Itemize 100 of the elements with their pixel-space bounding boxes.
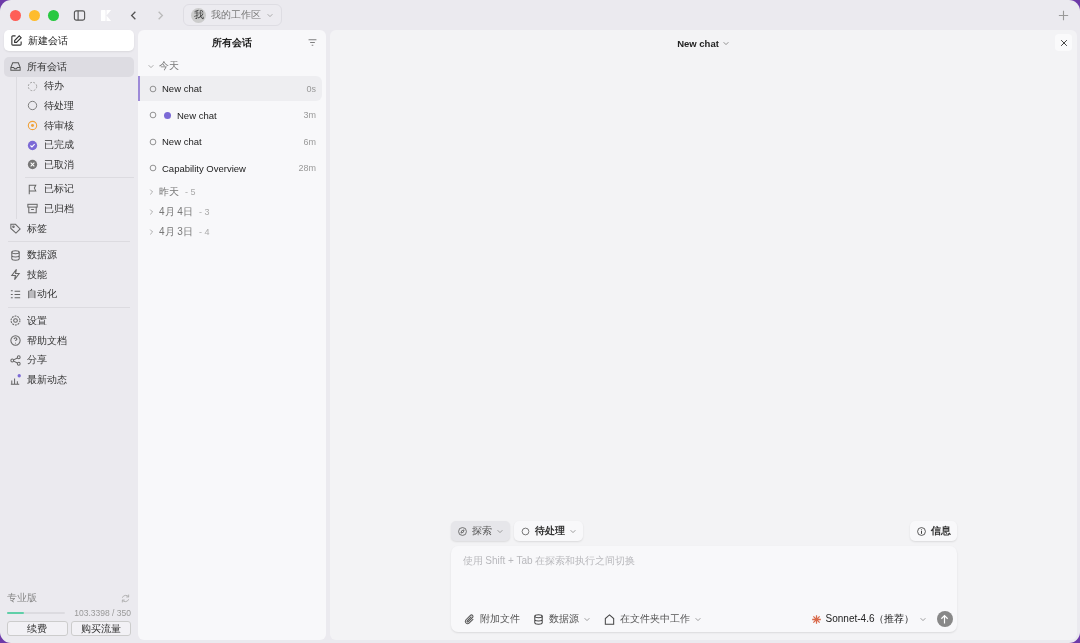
usage-text: 103.3398 / 350 — [74, 608, 131, 618]
close-button[interactable] — [1055, 34, 1072, 51]
database-icon — [531, 612, 545, 626]
chevron-down-icon — [721, 39, 730, 47]
status-filter-item[interactable]: 待处理 — [21, 96, 134, 116]
list-icon — [9, 287, 22, 301]
chevron-down-icon — [266, 11, 274, 19]
close-icon — [1058, 37, 1069, 48]
database-icon — [9, 248, 22, 262]
tag-icon — [9, 222, 22, 236]
help-icon — [9, 334, 22, 347]
chat-title: New chat — [177, 109, 218, 121]
arrow-up-icon — [939, 613, 950, 625]
sidebar-item[interactable]: 标签 — [4, 218, 134, 239]
chevron-down-icon — [495, 527, 504, 535]
chat-title: New chat — [162, 136, 203, 147]
refresh-icon[interactable] — [120, 592, 131, 604]
chat-title: Capability Overview — [162, 162, 247, 174]
marked-filter-item[interactable]: 已标记 — [21, 179, 134, 200]
chevron-down-icon — [918, 615, 927, 623]
group-count: - 3 — [198, 207, 210, 217]
status-filter-item[interactable]: 待办 — [21, 76, 134, 97]
renew-button[interactable]: 续费 — [7, 621, 68, 636]
share-icon — [9, 353, 22, 367]
info-button[interactable]: 信息 — [909, 521, 957, 541]
group-header[interactable]: 今天 — [159, 59, 179, 73]
minimize-window-button[interactable] — [29, 9, 40, 21]
chat-item[interactable]: New chat 0s — [138, 76, 322, 101]
chevron-down-icon — [568, 527, 577, 535]
group-count: - 4 — [198, 227, 210, 237]
sidebar-item[interactable]: 技能 — [4, 264, 134, 285]
buy-traffic-button[interactable]: 购买流量 — [70, 621, 131, 636]
group-header[interactable]: 4月 3日 — [159, 225, 193, 239]
chat-time: 6m — [303, 136, 316, 147]
circle-icon — [519, 525, 531, 537]
flag-icon — [26, 182, 39, 196]
compass-icon — [456, 525, 468, 537]
send-button[interactable] — [936, 611, 953, 627]
sidebar-item[interactable]: 数据源 — [4, 245, 134, 265]
target-icon — [26, 119, 39, 133]
all-chats-item[interactable]: 所有会话 — [4, 57, 134, 77]
status-filter-item[interactable]: 已完成 — [21, 135, 134, 155]
edit-icon — [10, 34, 23, 47]
marked-filter-item[interactable]: 已归档 — [21, 199, 134, 219]
sidebar-item[interactable]: 最新动态 — [4, 369, 134, 390]
check-circle-icon — [26, 138, 39, 152]
group-header[interactable]: 4月 4日 — [159, 205, 193, 219]
plan-name: 专业版 — [7, 591, 37, 605]
chat-time: 0s — [306, 83, 316, 94]
sidebar-item[interactable]: 分享 — [4, 350, 134, 370]
data-source-dropdown[interactable]: 数据源 — [527, 612, 595, 626]
house-icon — [602, 612, 616, 626]
sidebar-item[interactable]: 自动化 — [4, 284, 134, 305]
chat-item[interactable]: New chat 3m — [138, 102, 322, 128]
sidebar-toggle-icon[interactable] — [73, 8, 86, 22]
chat-item[interactable]: Capability Overview 28m — [138, 155, 322, 181]
status-dropdown[interactable]: 待处理 — [513, 521, 583, 541]
chevron-down-icon — [582, 615, 591, 623]
sidebar-item[interactable]: 帮助文档 — [4, 330, 134, 351]
dashed-circle-icon — [26, 79, 39, 93]
chevron-down-icon — [693, 615, 702, 623]
circle-icon — [148, 136, 158, 147]
chevron-right-icon — [147, 188, 155, 196]
model-dropdown[interactable]: Sonnet-4.6（推荐） — [806, 612, 931, 626]
workspace-avatar: 我 — [191, 7, 206, 23]
inbox-icon — [9, 60, 22, 74]
attach-file-button[interactable]: 附加文件 — [458, 612, 524, 626]
bar-chart-icon — [9, 373, 22, 387]
paperclip-icon — [462, 612, 476, 626]
zoom-window-button[interactable] — [48, 9, 59, 21]
circle-icon — [148, 83, 158, 94]
info-icon — [915, 525, 927, 537]
archive-box-icon — [26, 202, 39, 216]
circle-icon — [148, 163, 158, 173]
chevron-down-icon — [147, 62, 155, 70]
chat-title: New chat — [162, 83, 203, 94]
chevron-right-icon — [147, 228, 155, 236]
new-chat-button[interactable]: 新建会话 — [4, 30, 134, 51]
lightning-icon — [9, 268, 22, 282]
circle-icon — [148, 110, 158, 120]
asterisk-icon — [810, 613, 822, 625]
chat-time: 3m — [303, 110, 316, 120]
chat-time: 28m — [298, 163, 316, 173]
x-circle-icon — [26, 158, 39, 172]
panel-title: 所有会话 — [212, 36, 252, 50]
group-header[interactable]: 昨天 — [159, 185, 179, 199]
sidebar-item[interactable]: 设置 — [4, 311, 134, 331]
chevron-right-icon — [147, 208, 155, 216]
chat-item[interactable]: New chat 6m — [138, 129, 322, 154]
status-filter-item[interactable]: 待审核 — [21, 115, 134, 136]
chat-title-dropdown[interactable]: New chat — [671, 36, 736, 50]
status-filter-item[interactable]: 已取消 — [21, 154, 134, 175]
add-icon[interactable] — [1057, 8, 1070, 22]
filter-icon[interactable] — [307, 37, 318, 48]
folder-dropdown[interactable]: 在文件夹中工作 — [598, 612, 706, 626]
close-window-button[interactable] — [10, 9, 21, 21]
group-count: - 5 — [185, 187, 196, 197]
circle-icon — [26, 99, 39, 113]
workspace-selector[interactable]: 我 我的工作区 — [183, 4, 282, 26]
mode-dropdown[interactable]: 探索 — [450, 521, 510, 541]
